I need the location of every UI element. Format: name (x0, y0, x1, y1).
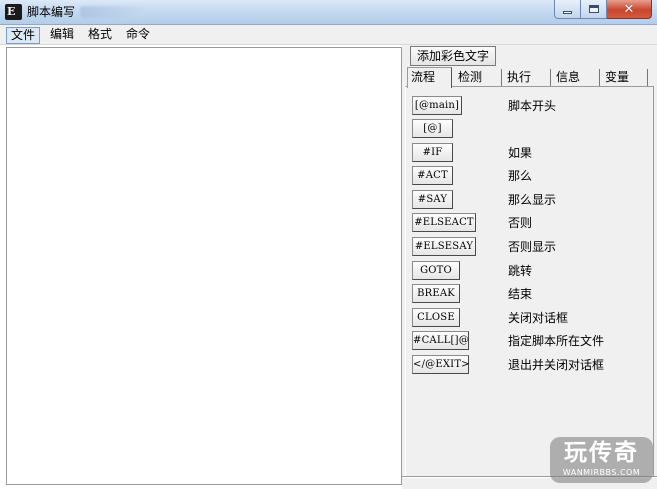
command-row: #CALL[]@ 指定脚本所在文件 (406, 331, 656, 351)
command-row: #ELSEACT 否则 (406, 213, 656, 233)
command-description: 脚本开头 (508, 99, 557, 113)
command-button[interactable]: #ACT (412, 166, 453, 185)
window-title: 脚本编写 (27, 5, 76, 19)
close-button[interactable]: ✕ (607, 0, 652, 19)
command-panel: 添加彩色文字 流程 检测 执行 信息 变量 [@main] 脚本开头 [@] #… (402, 45, 657, 489)
command-row: #IF 如果 (406, 143, 656, 163)
menu-format[interactable]: 格式 (84, 27, 116, 44)
tab-check[interactable]: 检测 (455, 69, 502, 87)
command-button[interactable]: </@EXIT> (412, 355, 470, 374)
menu-bar: 文件 编辑 格式 命令 (0, 25, 657, 45)
command-button[interactable]: #ELSESAY (412, 237, 476, 256)
maximize-icon (588, 5, 599, 13)
command-button[interactable]: [@] (412, 119, 453, 138)
command-description: 否则 (508, 216, 533, 230)
command-description: 跳转 (508, 264, 533, 278)
command-button[interactable]: GOTO (412, 261, 460, 280)
command-description: 关闭对话框 (508, 311, 569, 325)
command-row: CLOSE 关闭对话框 (406, 308, 656, 328)
command-description: 那么显示 (508, 193, 557, 207)
minimize-icon (563, 10, 572, 14)
menu-file[interactable]: 文件 (6, 27, 41, 44)
command-row: GOTO 跳转 (406, 261, 656, 281)
command-button[interactable]: #SAY (412, 190, 453, 209)
tab-info[interactable]: 信息 (553, 69, 600, 87)
blurred-title-suffix (80, 6, 144, 18)
command-description: 指定脚本所在文件 (508, 334, 605, 348)
command-button[interactable]: #ELSEACT (412, 213, 476, 232)
command-description: 否则显示 (508, 240, 557, 254)
command-button[interactable]: BREAK (412, 284, 460, 303)
command-row: [@main] 脚本开头 (406, 96, 656, 116)
command-description: 那么 (508, 169, 533, 183)
menu-command[interactable]: 命令 (122, 27, 154, 44)
command-row: #ELSESAY 否则显示 (406, 237, 656, 257)
tab-variable[interactable]: 变量 (602, 69, 648, 87)
watermark-logo-text: 玩传奇 (564, 440, 639, 466)
tab-flow[interactable]: 流程 (407, 67, 452, 88)
command-description: 结束 (508, 287, 533, 301)
command-button[interactable]: #IF (412, 143, 453, 162)
command-row: #SAY 那么显示 (406, 190, 656, 210)
watermark-url: WANMIRBBS.COM (562, 468, 641, 477)
title-bar: E 脚本编写 ✕ (0, 0, 657, 25)
add-color-text-button[interactable]: 添加彩色文字 (410, 46, 496, 66)
maximize-button[interactable] (581, 0, 607, 19)
command-description: 如果 (508, 146, 533, 160)
script-editor[interactable] (6, 47, 402, 485)
command-button[interactable]: #CALL[]@ (412, 331, 469, 350)
tab-content: [@main] 脚本开头 [@] #IF 如果 #ACT 那么 #SAY 那么显… (405, 86, 654, 478)
minimize-button[interactable] (554, 0, 581, 19)
app-icon[interactable]: E (5, 4, 22, 20)
command-row: [@] (406, 119, 656, 139)
site-watermark: 玩传奇 WANMIRBBS.COM (550, 437, 653, 483)
command-tabs: 流程 检测 执行 信息 变量 (407, 67, 657, 88)
command-button[interactable]: CLOSE (412, 308, 460, 327)
command-row: BREAK 结束 (406, 284, 656, 304)
command-row: #ACT 那么 (406, 166, 656, 186)
command-description: 退出并关闭对话框 (508, 358, 605, 372)
close-icon: ✕ (623, 1, 635, 17)
menu-edit[interactable]: 编辑 (46, 27, 78, 44)
command-button[interactable]: [@main] (412, 96, 462, 115)
tab-execute[interactable]: 执行 (504, 69, 551, 87)
app-icon-glyph: E (7, 5, 16, 18)
command-row: </@EXIT> 退出并关闭对话框 (406, 355, 656, 375)
window-controls: ✕ (554, 0, 652, 19)
